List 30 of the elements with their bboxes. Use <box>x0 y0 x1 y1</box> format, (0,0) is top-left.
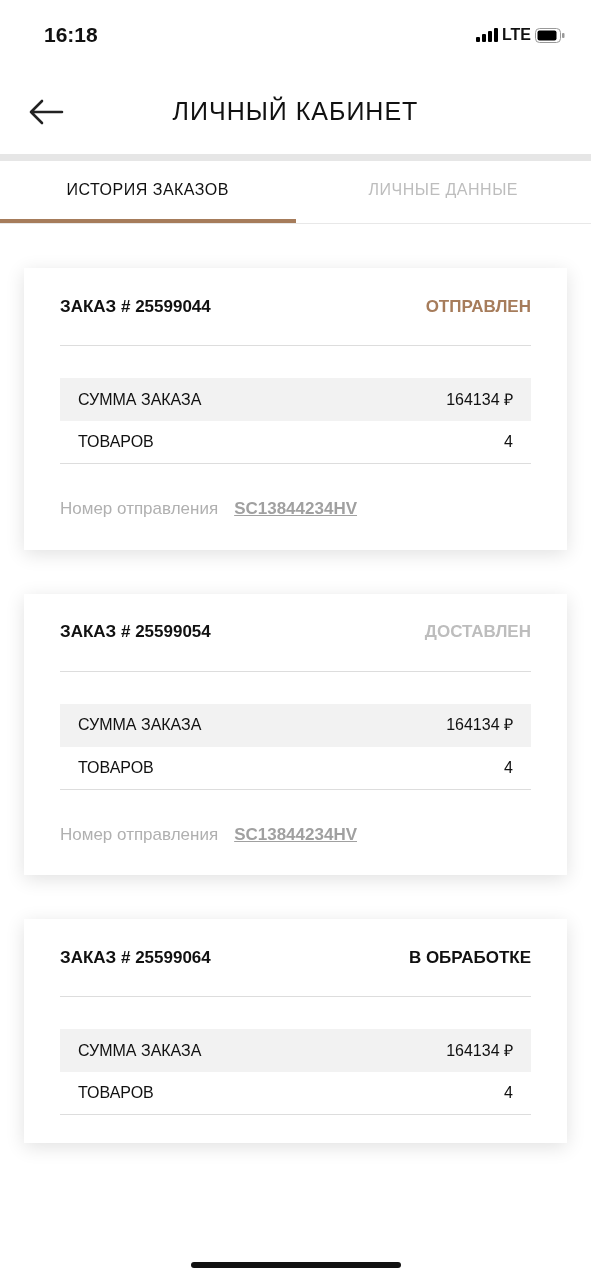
sum-value: 164134 ₽ <box>446 389 513 410</box>
items-label: ТОВАРОВ <box>78 757 154 778</box>
tracking-link[interactable]: SC13844234HV <box>234 821 357 847</box>
items-label: ТОВАРОВ <box>78 1083 154 1103</box>
battery-icon <box>535 27 565 43</box>
tab[interactable]: ЛИЧНЫЕ ДАННЫЕ <box>295 161 591 223</box>
items-value: 4 <box>504 757 513 778</box>
items-value: 4 <box>504 1083 513 1103</box>
tab[interactable]: ИСТОРИЯ ЗАКАЗОВ <box>0 161 296 223</box>
sum-label: СУММА ЗАКАЗА <box>78 1040 202 1061</box>
items-label: ТОВАРОВ <box>78 432 154 452</box>
network-label: LTE <box>501 25 531 45</box>
order-number: ЗАКАЗ # 25599054 <box>60 621 211 644</box>
back-button[interactable] <box>28 99 64 125</box>
page-title: ЛИЧНЫЙ КАБИНЕТ <box>172 95 419 128</box>
order-status: ОТПРАВЛЕН <box>425 295 531 318</box>
tracking-label: Номер отправления <box>60 823 219 846</box>
sum-value: 164134 ₽ <box>446 715 513 735</box>
order-number: ЗАКАЗ # 25599064 <box>60 946 211 969</box>
tracking-label: Номер отправления <box>60 498 219 520</box>
sum-value: 164134 ₽ <box>446 1040 513 1061</box>
signal-icon <box>475 28 498 42</box>
tracking-link[interactable]: SC13844234HV <box>234 496 357 522</box>
items-value: 4 <box>504 432 513 452</box>
order-number: ЗАКАЗ # 25599044 <box>60 295 211 318</box>
sum-label: СУММА ЗАКАЗА <box>78 715 202 735</box>
sum-label: СУММА ЗАКАЗА <box>78 389 202 410</box>
order-status: В ОБРАБОТКЕ <box>408 946 531 969</box>
order-status: ДОСТАВЛЕН <box>424 621 531 644</box>
clock-time: 16:18 <box>44 22 98 49</box>
